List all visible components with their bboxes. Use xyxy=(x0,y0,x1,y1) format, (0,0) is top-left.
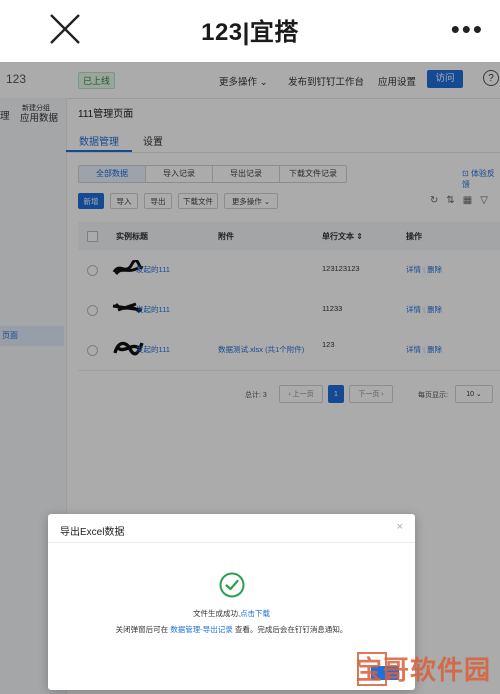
more-options-icon[interactable]: ••• xyxy=(451,16,484,42)
success-message: 文件生成成功,点击下载 xyxy=(192,609,271,618)
watermark: 宝哥软件园 xyxy=(356,650,496,690)
window-title: 123|宜搭 xyxy=(201,19,299,46)
check-circle-icon xyxy=(219,572,245,598)
top-bar: 123|宜搭 ••• xyxy=(0,0,500,63)
download-link[interactable]: 点击下载 xyxy=(240,609,270,618)
dialog-divider xyxy=(48,542,415,543)
dialog-title: 导出Excel数据 xyxy=(60,527,125,538)
watermark-text: 宝哥软件园 xyxy=(356,655,492,685)
hint-message: 关闭弹窗后可在 数据管理-导出记录 查看。完成后会在钉钉消息通知。 xyxy=(115,625,348,634)
close-icon[interactable]: × xyxy=(397,521,403,533)
export-records-link[interactable]: 数据管理-导出记录 xyxy=(170,625,233,634)
